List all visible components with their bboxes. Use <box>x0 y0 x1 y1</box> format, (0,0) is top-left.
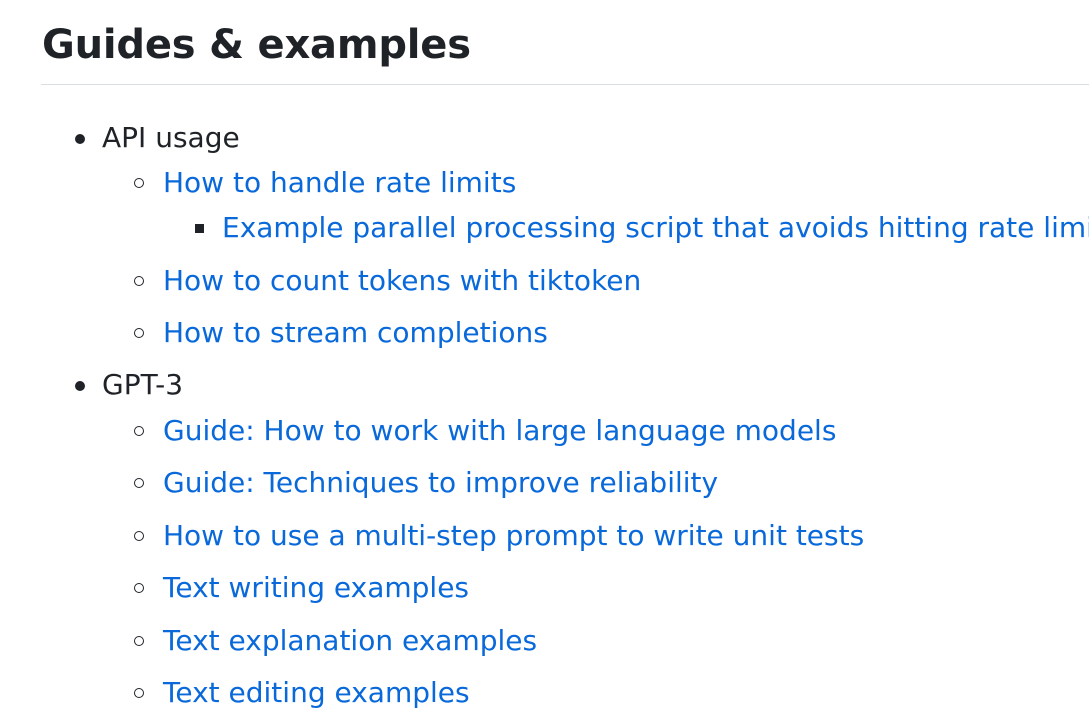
link-text-explanation-examples[interactable]: Text explanation examples <box>163 623 537 659</box>
disc-bullet <box>75 134 85 144</box>
circle-bullet <box>134 688 144 698</box>
link-text-editing-examples[interactable]: Text editing examples <box>163 675 470 711</box>
circle-bullet <box>134 328 144 338</box>
link-count-tokens[interactable]: How to count tokens with tiktoken <box>163 263 641 299</box>
circle-bullet <box>134 276 144 286</box>
circle-bullet <box>134 531 144 541</box>
square-bullet <box>195 224 204 233</box>
circle-bullet <box>134 426 144 436</box>
guides-section: Guides & examples API usage How to handl… <box>0 0 1089 720</box>
link-guide-large-language-models[interactable]: Guide: How to work with large language m… <box>163 413 836 449</box>
circle-bullet <box>134 178 144 188</box>
circle-bullet <box>134 636 144 646</box>
link-stream-completions[interactable]: How to stream completions <box>163 315 548 351</box>
list-item-api-usage: API usage <box>102 121 240 154</box>
circle-bullet <box>134 478 144 488</box>
link-text-writing-examples[interactable]: Text writing examples <box>163 570 469 606</box>
link-guide-improve-reliability[interactable]: Guide: Techniques to improve reliability <box>163 465 718 501</box>
link-handle-rate-limits[interactable]: How to handle rate limits <box>163 165 516 201</box>
link-multi-step-prompt-unit-tests[interactable]: How to use a multi-step prompt to write … <box>163 518 864 554</box>
circle-bullet <box>134 583 144 593</box>
section-heading: Guides & examples <box>42 22 471 68</box>
disc-bullet <box>75 381 85 391</box>
heading-divider <box>41 84 1089 85</box>
list-item-gpt-3: GPT-3 <box>102 368 184 401</box>
link-parallel-processing-script[interactable]: Example parallel processing script that … <box>222 210 1089 246</box>
